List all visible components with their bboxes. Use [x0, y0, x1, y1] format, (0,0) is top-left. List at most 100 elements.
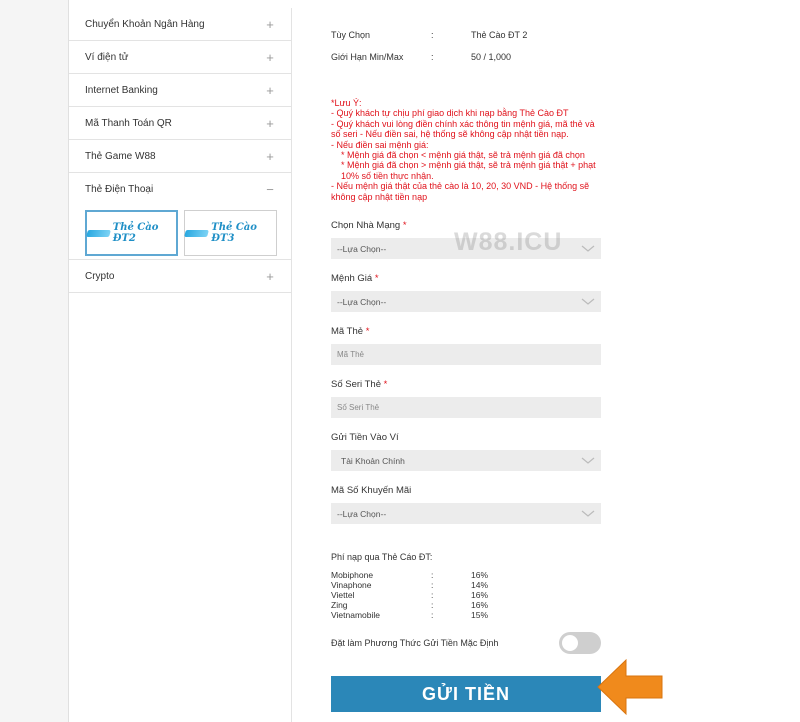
sidebar-item-label: Internet Banking [85, 84, 158, 96]
fee-network: Viettel [331, 590, 355, 601]
chevron-down-icon [581, 245, 595, 252]
denomination-label: Mệnh Giá * [331, 273, 601, 284]
plus-icon: + [266, 49, 274, 65]
plus-icon: + [266, 82, 274, 98]
colon: : [431, 590, 434, 601]
notice-line: * Mệnh giá đã chọn < mệnh giá thật, sẽ t… [341, 150, 585, 161]
serial-label: Số Seri Thẻ * [331, 379, 601, 390]
denomination-select-value: --Lựa Chọn-- [337, 296, 387, 307]
required-mark: * [365, 326, 370, 338]
card-code-label: Mã Thẻ * [331, 326, 601, 337]
required-mark: * [402, 220, 407, 232]
submit-deposit-button[interactable]: GỬI TIỀN [331, 676, 601, 712]
notice-line: - Nếu mệnh giá thật của thẻ cào là 10, 2… [331, 181, 590, 202]
fee-network: Zing [331, 600, 348, 611]
watermark-logo: W88.ICU [454, 228, 563, 256]
minus-icon: − [266, 182, 274, 197]
fee-network: Mobiphone [331, 570, 374, 581]
default-method-row: Đặt làm Phương Thức Gửi Tiền Mặc Định [331, 632, 601, 655]
toggle-knob [562, 635, 578, 652]
card-code-placeholder: Mã Thẻ [337, 350, 364, 360]
fee-value: 16% [471, 600, 489, 611]
fee-value: 16% [471, 570, 489, 581]
option-value: Thẻ Cào ĐT 2 [471, 30, 528, 40]
fees-table: Mobiphone : 16% Vinaphone : 14% Viettel … [331, 570, 601, 620]
wallet-select-value: Tài Khoản Chính [341, 455, 405, 466]
deposit-form: Tùy Chọn : Thẻ Cào ĐT 2 Giới Hạn Min/Max… [331, 24, 601, 655]
promo-select-value: --Lựa Chọn-- [337, 508, 387, 519]
card-code-input[interactable]: Mã Thẻ [331, 344, 601, 366]
sidebar-item-label: Thẻ Game W88 [85, 150, 156, 162]
sidebar-item-e-wallet[interactable]: Ví điện tử + [69, 41, 291, 74]
card-option-dt3[interactable]: Thẻ Cào ĐT3 [184, 210, 277, 256]
required-mark: * [374, 273, 379, 285]
chevron-down-icon [581, 510, 595, 517]
divider [291, 8, 292, 722]
network-label-text: Chọn Nhà Mạng [331, 220, 401, 232]
sidebar-item-game-card[interactable]: Thẻ Game W88 + [69, 140, 291, 173]
notice-title: *Lưu Ý: [331, 98, 362, 108]
chevron-down-icon [581, 457, 595, 464]
wallet-label: Gửi Tiền Vào Ví [331, 432, 601, 443]
sidebar-item-internet-banking[interactable]: Internet Banking + [69, 74, 291, 107]
fee-row: Mobiphone : 16% [331, 570, 601, 580]
card-logo-icon [86, 229, 111, 237]
required-mark: * [383, 379, 388, 391]
fees-title: Phí nạp qua Thẻ Cáo ĐT: [331, 552, 433, 563]
option-label: Tùy Chọn [331, 30, 371, 40]
promo-label: Mã Số Khuyến Mãi [331, 485, 601, 496]
sidebar-item-bank-transfer[interactable]: Chuyển Khoản Ngân Hàng + [69, 8, 291, 41]
promo-label-text: Mã Số Khuyến Mãi [331, 485, 412, 497]
sidebar-item-label: Crypto [85, 270, 115, 282]
colon: : [431, 600, 434, 611]
payment-method-sidebar: Chuyển Khoản Ngân Hàng + Ví điện tử + In… [69, 8, 291, 293]
deposit-panel: Chuyển Khoản Ngân Hàng + Ví điện tử + In… [68, 0, 800, 722]
arrow-left-icon [597, 658, 663, 716]
plus-icon: + [266, 148, 274, 164]
colon: : [431, 580, 434, 591]
fee-value: 15% [471, 610, 489, 621]
colon: : [431, 30, 434, 40]
sidebar-item-qr-payment[interactable]: Mã Thanh Toán QR + [69, 107, 291, 140]
serial-input[interactable]: Số Seri Thẻ [331, 397, 601, 419]
wallet-select[interactable]: Tài Khoản Chính [331, 450, 601, 472]
wallet-label-text: Gửi Tiền Vào Ví [331, 432, 399, 444]
limit-value: 50 / 1,000 [471, 52, 512, 62]
notice-line: - Nếu điền sai mệnh giá: [331, 139, 429, 150]
colon: : [431, 52, 434, 62]
card-option-label: Thẻ Cào ĐT3 [211, 222, 257, 244]
sidebar-item-label: Chuyển Khoản Ngân Hàng [85, 18, 205, 30]
default-method-toggle[interactable] [559, 632, 601, 655]
card-logo-icon [184, 229, 210, 237]
sidebar-item-label: Mã Thanh Toán QR [85, 117, 172, 129]
card-option-label: Thẻ Cào ĐT2 [112, 222, 159, 244]
notice-line: - Quý khách tự chịu phí giao dịch khi nạ… [331, 108, 569, 119]
sidebar-item-label: Thẻ Điện Thoại [85, 184, 154, 195]
default-method-label: Đặt làm Phương Thức Gửi Tiền Mặc Định [331, 638, 499, 649]
fee-value: 14% [471, 580, 489, 591]
denomination-label-text: Mệnh Giá [331, 273, 373, 285]
colon: : [431, 570, 434, 581]
network-select-value: --Lựa Chọn-- [337, 243, 387, 254]
notice-block: *Lưu Ý: - Quý khách tự chịu phí giao dịc… [331, 98, 601, 202]
phone-card-options: Thẻ Cào ĐT2 Thẻ Cào ĐT3 [69, 206, 291, 260]
serial-label-text: Số Seri Thẻ [331, 379, 381, 391]
limit-label: Giới Hạn Min/Max [331, 52, 404, 62]
limit-row: Giới Hạn Min/Max : 50 / 1,000 [331, 46, 601, 68]
card-option-dt2[interactable]: Thẻ Cào ĐT2 [85, 210, 178, 256]
notice-line: - Quý khách vui lòng điền chính xác thôn… [331, 118, 595, 140]
chevron-down-icon [581, 298, 595, 305]
sidebar-item-label: Ví điện tử [85, 51, 129, 63]
plus-icon: + [266, 115, 274, 131]
serial-placeholder: Số Seri Thẻ [337, 403, 380, 413]
fee-network: Vietnamobile [331, 610, 380, 621]
denomination-select[interactable]: --Lựa Chọn-- [331, 291, 601, 313]
fee-network: Vinaphone [331, 580, 372, 591]
fee-row: Zing : 16% [331, 600, 601, 610]
card-code-label-text: Mã Thẻ [331, 326, 364, 338]
fee-value: 16% [471, 590, 489, 601]
sidebar-item-crypto[interactable]: Crypto + [69, 260, 291, 293]
notice-line: * Mệnh giá đã chọn > mệnh giá thật, sẽ t… [341, 160, 596, 181]
promo-select[interactable]: --Lựa Chọn-- [331, 503, 601, 525]
sidebar-item-phone-card[interactable]: Thẻ Điện Thoại − [69, 173, 291, 206]
